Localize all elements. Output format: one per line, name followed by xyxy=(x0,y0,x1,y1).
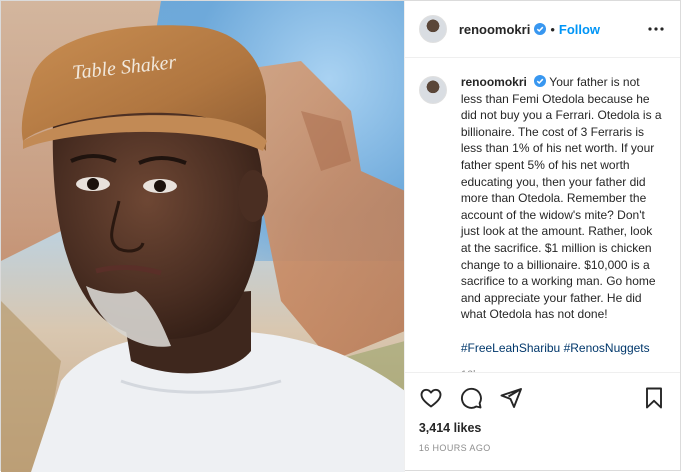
comment-icon[interactable] xyxy=(459,386,483,410)
author-avatar[interactable] xyxy=(418,15,447,43)
action-icons xyxy=(419,383,666,413)
posted-time: 16 HOURS AGO xyxy=(418,443,491,453)
post-header: renoomokri • Follow xyxy=(404,1,680,58)
author-username[interactable]: renoomokri xyxy=(459,22,531,37)
photo-person: Table Shaker xyxy=(21,25,404,472)
hashtags: #FreeLeahSharibu #RenosNuggets xyxy=(461,340,664,357)
more-icon xyxy=(648,27,664,31)
bookmark-icon[interactable] xyxy=(642,386,666,410)
follow-button[interactable]: Follow xyxy=(559,22,600,37)
caption-username[interactable]: renoomokri xyxy=(461,75,527,89)
post-sidebar: renoomokri • Follow renoomokri Your fath… xyxy=(403,1,680,472)
caption-body: renoomokri Your father is not less than … xyxy=(461,74,664,372)
likes-count[interactable]: 3,414 likes xyxy=(419,421,666,435)
caption-text: Your father is not less than Femi Otedol… xyxy=(460,75,662,322)
post-photo[interactable]: Table Shaker xyxy=(1,1,404,472)
instagram-post: Table Shaker renoomokri • Follow renoomo… xyxy=(0,0,681,472)
header-separator: • xyxy=(550,21,555,37)
heart-icon[interactable] xyxy=(419,386,443,410)
hashtag-link[interactable]: #FreeLeahSharibu xyxy=(461,341,560,355)
verified-icon xyxy=(534,23,547,35)
hashtag-link[interactable]: #RenosNuggets xyxy=(564,341,650,355)
comments-section: renoomokri Your father is not less than … xyxy=(405,58,680,372)
post-actions: 3,414 likes 16 HOURS AGO xyxy=(404,372,680,472)
verified-icon xyxy=(534,75,547,87)
more-options-button[interactable] xyxy=(646,19,666,39)
caption-row: renoomokri Your father is not less than … xyxy=(418,74,664,372)
caption-avatar[interactable] xyxy=(418,76,447,104)
share-icon[interactable] xyxy=(499,386,523,410)
